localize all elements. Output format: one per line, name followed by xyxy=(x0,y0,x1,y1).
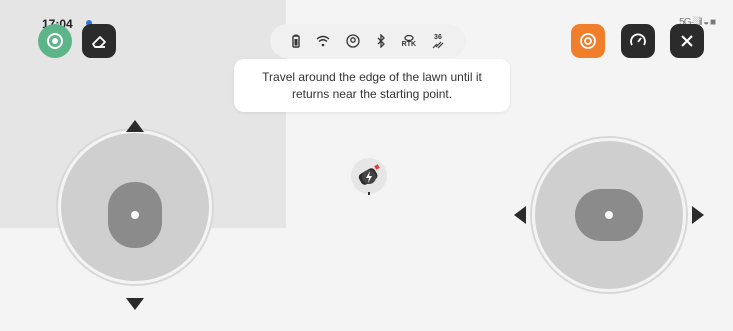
left-joystick-up-arrow-icon xyxy=(126,120,144,132)
right-joystick-left-arrow-icon xyxy=(514,206,526,224)
right-joystick-graphic xyxy=(530,136,688,294)
left-joystick-graphic xyxy=(56,128,214,286)
rtk-icon: RTK xyxy=(401,34,417,48)
target-icon xyxy=(47,33,63,49)
mode-button[interactable] xyxy=(38,24,72,58)
close-button[interactable] xyxy=(670,24,704,58)
rtk-label: RTK xyxy=(401,40,417,48)
device-status-bar: RTK 36 xyxy=(270,24,466,58)
battery-icon xyxy=(292,34,300,48)
speedometer-icon xyxy=(630,33,646,46)
speed-button[interactable] xyxy=(621,24,655,58)
wifi-icon xyxy=(316,35,330,47)
record-boundary-button[interactable] xyxy=(571,24,605,58)
right-joystick[interactable] xyxy=(529,135,689,295)
left-joystick[interactable] xyxy=(55,127,215,287)
satellite-icon: 36 xyxy=(432,34,444,49)
location-icon xyxy=(346,34,360,48)
close-icon xyxy=(681,35,693,47)
right-joystick-right-arrow-icon xyxy=(692,206,704,224)
bluetooth-icon xyxy=(376,34,386,48)
erase-button[interactable] xyxy=(82,24,116,58)
eraser-icon xyxy=(92,36,106,48)
left-joystick-down-arrow-icon xyxy=(126,298,144,310)
satellite-count: 36 xyxy=(434,33,442,41)
instruction-tooltip: Travel around the edge of the lawn until… xyxy=(234,59,510,112)
record-icon xyxy=(580,33,596,49)
mower-marker xyxy=(351,158,387,195)
